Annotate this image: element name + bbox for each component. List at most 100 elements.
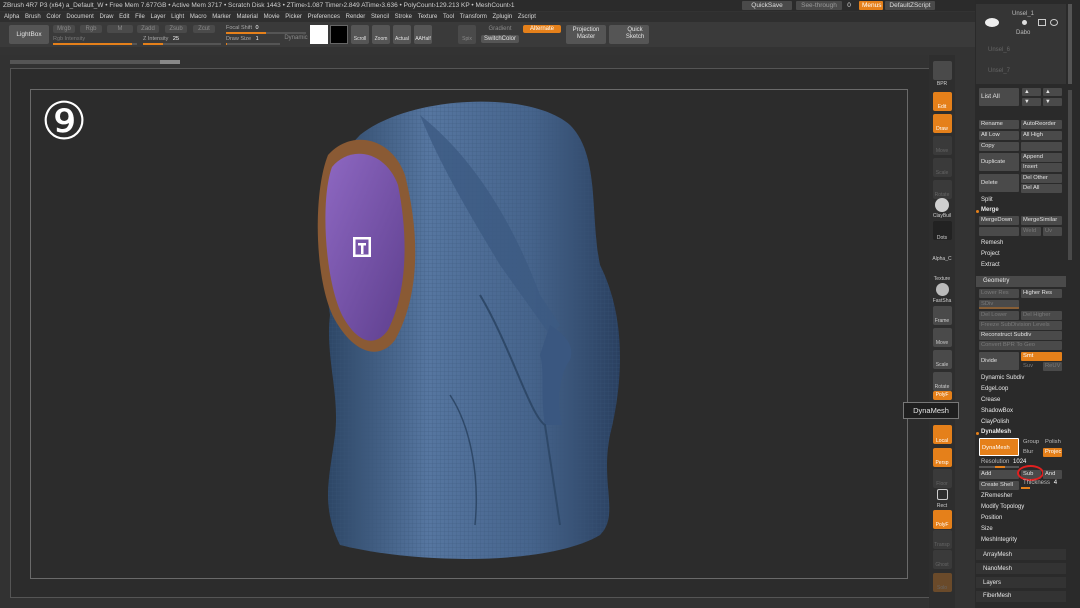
del-other-button[interactable]: Del Other — [1021, 174, 1062, 183]
menu-alpha[interactable]: Alpha — [4, 12, 19, 22]
menu-file[interactable]: File — [135, 12, 145, 22]
m-button[interactable]: M — [107, 25, 133, 33]
menu-stroke[interactable]: Stroke — [395, 12, 412, 22]
subtool-unsel-6[interactable]: Unsel_6 — [988, 47, 1010, 53]
menu-light[interactable]: Light — [171, 12, 184, 22]
claypolish-section[interactable]: ClayPolish — [981, 419, 1009, 425]
insert-button[interactable]: Insert — [1021, 163, 1062, 172]
draw-size-slider[interactable]: Draw Size 1 — [226, 36, 280, 45]
subtool-scrollbar[interactable] — [1068, 4, 1072, 84]
divide-button[interactable]: Divide — [979, 352, 1019, 370]
canvas-scroll-track[interactable] — [10, 60, 180, 64]
subtool-dabo[interactable]: Dabo — [1016, 30, 1030, 36]
switchcolor-button[interactable]: SwitchColor — [481, 35, 519, 43]
canvas-scroll-thumb[interactable] — [160, 60, 180, 64]
actual-button[interactable]: Actual — [393, 25, 411, 44]
rect-button[interactable] — [937, 489, 948, 500]
gradient-toggle[interactable]: Gradient — [481, 25, 519, 33]
smt-toggle[interactable]: Smt — [1021, 352, 1062, 361]
convert-bpr-button[interactable]: Convert BPR To Geo — [979, 341, 1062, 350]
merge-down-button[interactable]: MergeDown — [979, 216, 1019, 225]
menu-movie[interactable]: Movie — [264, 12, 280, 22]
menu-layer[interactable]: Layer — [150, 12, 165, 22]
higher-res-button[interactable]: Higher Res — [1021, 289, 1062, 298]
append-button[interactable]: Append — [1021, 153, 1062, 162]
menu-transform[interactable]: Transform — [460, 12, 487, 22]
dynamic-subdiv-section[interactable]: Dynamic Subdiv — [981, 375, 1024, 381]
rgb-intensity-slider[interactable]: Rgb Intensity — [53, 36, 137, 45]
blur-slider[interactable]: Blur — [1021, 448, 1041, 457]
rgb-button[interactable]: Rgb — [80, 25, 102, 33]
delete-button[interactable]: Delete — [979, 174, 1019, 192]
move-down-arrow-icon[interactable]: ▼ — [1022, 98, 1041, 106]
dynamesh-button[interactable]: DynaMesh — [979, 438, 1019, 456]
copy-button[interactable]: Copy — [979, 142, 1019, 151]
merge-similar-button[interactable]: MergeSimilar — [1021, 216, 1062, 225]
pencil-icon[interactable] — [1038, 19, 1046, 26]
reconstruct-subdiv-button[interactable]: Reconstruct Subdiv — [979, 331, 1062, 340]
zcut-button[interactable]: Zcut — [193, 25, 215, 33]
move-bottom-arrow-icon[interactable]: ▼ — [1043, 98, 1062, 106]
all-high-button[interactable]: All High — [1021, 131, 1062, 140]
merge-section[interactable]: Merge — [981, 207, 999, 213]
thickness-slider[interactable]: Thickness 4 — [1023, 480, 1057, 486]
dynamesh-section[interactable]: DynaMesh — [981, 429, 1011, 435]
all-low-button[interactable]: All Low — [979, 131, 1019, 140]
modify-topology-section[interactable]: Modify Topology — [981, 504, 1024, 510]
menus-toggle[interactable]: Menus — [859, 1, 883, 10]
position-section[interactable]: Position — [981, 515, 1002, 521]
del-higher-button[interactable]: Del Higher — [1021, 311, 1062, 320]
paste-button-dim[interactable] — [1021, 142, 1062, 151]
menu-color[interactable]: Color — [46, 12, 60, 22]
palette-scrollbar[interactable] — [1068, 90, 1072, 260]
size-section[interactable]: Size — [981, 526, 993, 532]
menu-preferences[interactable]: Preferences — [308, 12, 340, 22]
menu-document[interactable]: Document — [66, 12, 93, 22]
fastshader-material-icon[interactable] — [936, 283, 949, 296]
crease-section[interactable]: Crease — [981, 397, 1000, 403]
quicksave-button[interactable]: QuickSave — [742, 1, 792, 10]
see-through-slider[interactable]: See-through — [796, 1, 842, 10]
menu-material[interactable]: Material — [237, 12, 258, 22]
menu-stencil[interactable]: Stencil — [371, 12, 389, 22]
edgeloop-section[interactable]: EdgeLoop — [981, 386, 1008, 392]
menu-marker[interactable]: Marker — [212, 12, 231, 22]
menu-texture[interactable]: Texture — [418, 12, 438, 22]
zadd-button[interactable]: Zadd — [137, 25, 159, 33]
menu-macro[interactable]: Macro — [190, 12, 207, 22]
merge-visible-button[interactable] — [979, 227, 1019, 236]
menu-zscript[interactable]: Zscript — [518, 12, 536, 22]
eye-icon[interactable] — [1022, 20, 1027, 25]
dynamic-toggle[interactable]: Dynamic — [283, 34, 309, 42]
remesh-section[interactable]: Remesh — [981, 240, 1003, 246]
mrgb-button[interactable]: Mrgb — [53, 25, 75, 33]
suv-toggle[interactable]: Suv — [1021, 362, 1041, 371]
bpr-button[interactable] — [933, 61, 952, 80]
weld-toggle[interactable]: Weld — [1021, 227, 1041, 236]
autoreorder-button[interactable]: AutoReorder — [1021, 120, 1062, 129]
freeze-subdiv-button[interactable]: Freeze SubDivision Levels — [979, 321, 1062, 330]
hood-mesh-model[interactable] — [300, 95, 660, 565]
extract-section[interactable]: Extract — [981, 262, 1000, 268]
del-lower-button[interactable]: Del Lower — [979, 311, 1019, 320]
and-button[interactable]: And — [1043, 470, 1062, 479]
reuv-toggle[interactable]: ReUV — [1043, 362, 1062, 371]
menu-brush[interactable]: Brush — [25, 12, 41, 22]
alternate-button[interactable]: Alternate — [523, 25, 561, 33]
main-color-swatch[interactable] — [310, 25, 328, 44]
rename-button[interactable]: Rename — [979, 120, 1019, 129]
lightbox-button[interactable]: LightBox — [9, 25, 49, 44]
shadowbox-section[interactable]: ShadowBox — [981, 408, 1013, 414]
create-shell-button[interactable]: Create Shell — [979, 481, 1019, 490]
focal-shift-slider[interactable]: Focal Shift 0 — [226, 25, 306, 34]
polish-toggle[interactable]: Polish — [1043, 438, 1062, 447]
secondary-color-swatch[interactable] — [330, 25, 348, 44]
alpha-label[interactable]: Alpha_C — [929, 256, 955, 262]
zsub-button[interactable]: Zsub — [165, 25, 187, 33]
zremesher-section[interactable]: ZRemesher — [981, 493, 1012, 499]
menu-zplugin[interactable]: Zplugin — [493, 12, 513, 22]
project-section[interactable]: Project — [981, 251, 1000, 257]
scroll-button[interactable]: Scroll — [351, 25, 369, 44]
subtool-thumbnail-icon[interactable] — [985, 18, 999, 27]
spix-button[interactable]: Spix — [458, 25, 476, 44]
